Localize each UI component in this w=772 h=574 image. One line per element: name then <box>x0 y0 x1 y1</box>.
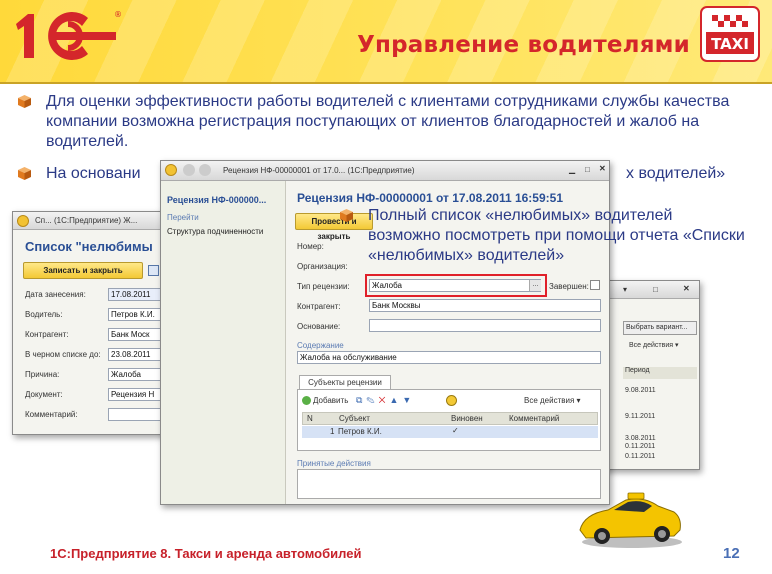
report-window: ▾ □ ✕ Выбрать вариант... Все действия ▾ … <box>600 280 700 470</box>
bullet-report: Полный список «нелюбимых» водителей возм… <box>340 206 748 266</box>
field-label: Причина: <box>25 370 60 379</box>
subjects-table-header: N Субъект Виновен Комментарий <box>302 412 598 425</box>
type-highlight-frame <box>365 274 547 297</box>
bullet-text-start: На основани <box>46 165 141 182</box>
driver-field[interactable]: Петров К.И. <box>108 308 168 321</box>
blacklist-heading: Список "нелюбимы <box>25 239 153 254</box>
period-header: Период <box>623 367 697 379</box>
period-cell: 9.08.2011 <box>625 387 656 394</box>
blacklist-until-field[interactable]: 23.08.2011 <box>108 348 168 361</box>
actions-header: Принятые действия <box>297 459 371 468</box>
period-cell: 0.11.2011 <box>625 443 656 450</box>
period-cell: 9.11.2011 <box>625 413 656 420</box>
actions-field[interactable] <box>297 469 601 499</box>
contractor-field[interactable]: Банк Моск <box>108 328 168 341</box>
save-icon[interactable] <box>148 265 159 276</box>
cell-subject: Петров К.И. <box>338 427 382 436</box>
blacklist-window-titlebar[interactable]: Сп... (1С:Предприятие) Ж... <box>13 212 171 230</box>
col-guilty: Виновен <box>451 414 483 423</box>
variant-button[interactable]: Выбрать вариант... <box>623 321 697 335</box>
report-window-titlebar[interactable]: ▾ □ ✕ <box>601 281 699 299</box>
slide-title: Управление водителями <box>357 32 690 58</box>
bullet-cube-icon <box>18 95 31 108</box>
basis-field[interactable] <box>369 319 601 332</box>
sidebar-link-structure[interactable]: Структура подчиненности <box>167 227 263 236</box>
close-icon[interactable]: ✕ <box>599 164 606 173</box>
app-icon <box>165 164 177 176</box>
toolbar-icons[interactable]: ⧉✎✕▲▼ <box>356 395 415 406</box>
page-number: 12 <box>723 545 740 562</box>
maximize-icon[interactable]: □ <box>653 285 658 294</box>
field-label: Комментарий: <box>25 410 78 419</box>
all-actions-menu[interactable]: Все действия ▾ <box>629 341 678 349</box>
bullet-text: Полный список «нелюбимых» водителей возм… <box>368 207 745 264</box>
cell-n: 1 <box>330 427 335 436</box>
bullet-cube-icon <box>18 167 31 180</box>
review-window-titlebar[interactable]: Рецензия НФ-00000001 от 17.0... (1С:Пред… <box>161 161 609 181</box>
subjects-tab[interactable]: Субъекты рецензии <box>299 375 391 389</box>
1c-logo: ® <box>16 10 122 60</box>
contractor-label: Контрагент: <box>297 302 341 311</box>
maximize-icon[interactable]: □ <box>585 165 590 174</box>
review-sidebar: Рецензия НФ-000000... Перейти Структура … <box>161 181 286 504</box>
completed-label: Завершен: <box>549 282 589 291</box>
col-comment: Комментарий <box>509 414 560 423</box>
table-row[interactable]: 1 Петров К.И. ✓ <box>302 426 598 438</box>
back-icon[interactable] <box>183 164 195 176</box>
comment-field[interactable] <box>108 408 168 421</box>
period-cell: 3.08.2011 <box>625 435 656 442</box>
cell-guilty[interactable]: ✓ <box>452 426 459 435</box>
content-header: Содержание <box>297 341 344 350</box>
org-label: Организация: <box>297 262 348 271</box>
field-label: Дата занесения: <box>25 290 86 299</box>
window-title: Сп... (1С:Предприятие) Ж... <box>35 216 138 225</box>
contractor-field[interactable]: Банк Москвы <box>369 299 601 312</box>
bullet-text: Для оценки эффективности работы водителе… <box>46 93 730 150</box>
minimize-icon[interactable]: ▁ <box>569 165 575 174</box>
type-label: Тип рецензии: <box>297 282 350 291</box>
completed-checkbox[interactable] <box>590 280 600 290</box>
content-field[interactable]: Жалоба на обслуживание <box>297 351 601 364</box>
period-cell: 0.11.2011 <box>625 453 656 460</box>
status-icon[interactable] <box>446 395 457 406</box>
save-close-button[interactable]: Записать и закрыть <box>23 262 143 279</box>
number-label: Номер: <box>297 242 324 251</box>
date-entered-field[interactable]: 17.08.2011 <box>108 288 168 301</box>
sidebar-section: Перейти <box>167 213 199 222</box>
field-label: Контрагент: <box>25 330 69 339</box>
add-icon[interactable] <box>302 396 311 405</box>
col-n: N <box>307 414 313 423</box>
subjects-panel: Добавить ⧉✎✕▲▼ Все действия ▾ N Субъект … <box>297 389 601 451</box>
all-actions-menu[interactable]: Все действия ▾ <box>524 396 581 405</box>
field-label: Водитель: <box>25 310 63 319</box>
svg-text:®: ® <box>114 10 122 19</box>
reason-field[interactable]: Жалоба <box>108 368 168 381</box>
sidebar-title: Рецензия НФ-000000... <box>167 195 267 205</box>
col-subject: Субъект <box>339 414 370 423</box>
svg-text:TAXI: TAXI <box>711 35 749 53</box>
close-icon[interactable]: ✕ <box>683 284 690 293</box>
add-button[interactable]: Добавить <box>313 396 348 405</box>
document-field[interactable]: Рецензия Н <box>108 388 168 401</box>
post-close-button[interactable]: Провести и закрыть <box>295 213 373 241</box>
blacklist-window: Сп... (1С:Предприятие) Ж... Список "нелю… <box>12 211 172 435</box>
slide-header: ® Управление водителями TAXI <box>0 0 772 82</box>
window-title: Рецензия НФ-00000001 от 17.0... (1С:Пред… <box>223 166 415 175</box>
header-divider <box>0 82 772 84</box>
minimize-icon[interactable]: ▾ <box>623 285 627 294</box>
field-label: В черном списке до: <box>25 350 101 359</box>
footer-text: 1С:Предприятие 8. Такси и аренда автомоб… <box>50 546 362 561</box>
forward-icon[interactable] <box>199 164 211 176</box>
taxi-car-icon <box>579 492 682 548</box>
bullet-cube-icon <box>340 209 353 222</box>
bullet-feedback: Для оценки эффективности работы водителе… <box>18 92 736 152</box>
app-icon <box>17 215 29 227</box>
bullet-text-end: х водителей» <box>626 165 726 182</box>
doc-heading: Рецензия НФ-00000001 от 17.08.2011 16:59… <box>297 191 563 205</box>
field-label: Документ: <box>25 390 63 399</box>
taxi-logo-icon: TAXI <box>700 6 760 62</box>
basis-label: Основание: <box>297 322 341 331</box>
